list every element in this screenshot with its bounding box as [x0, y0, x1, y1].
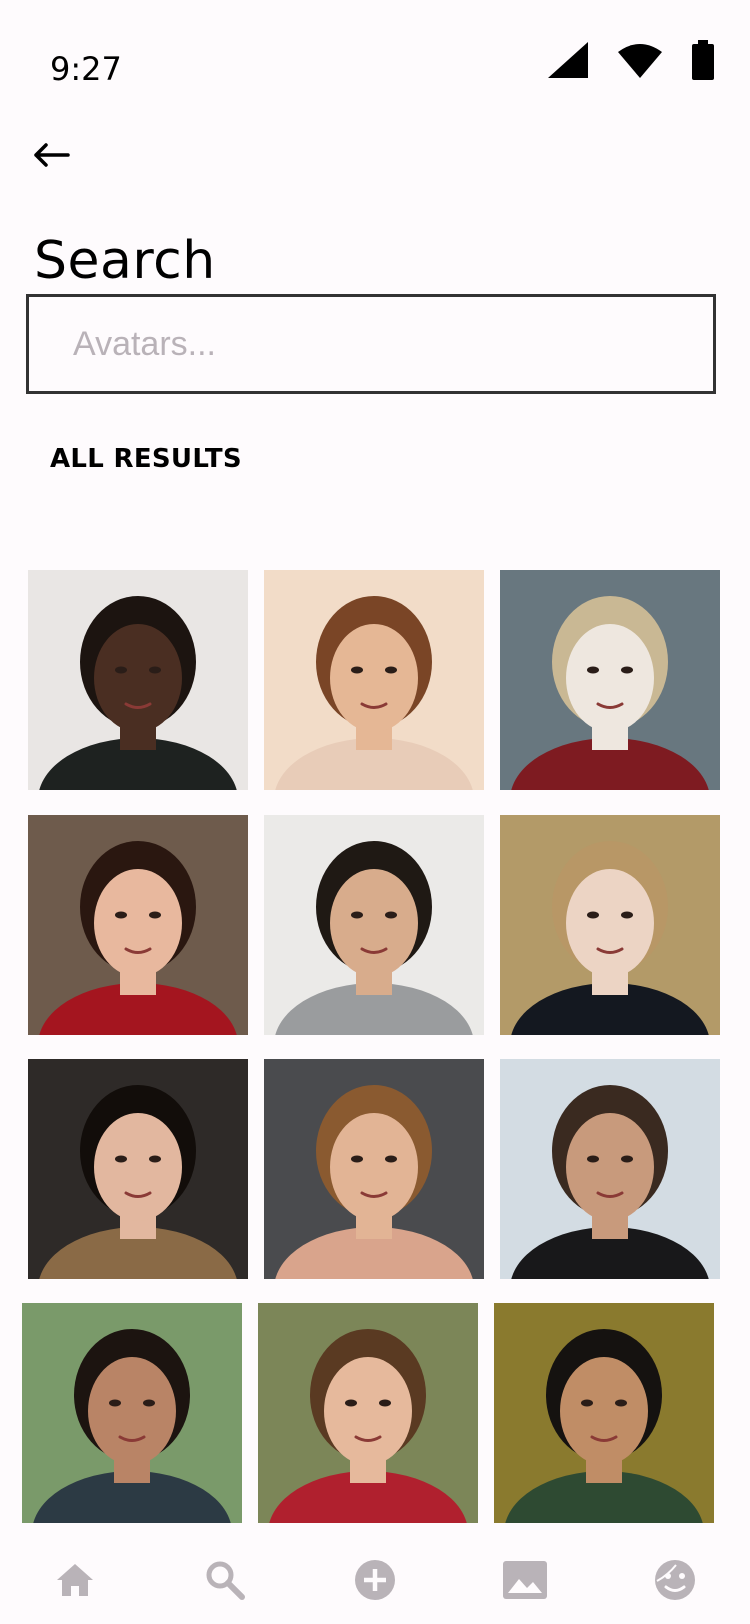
nav-home[interactable] [45, 1552, 105, 1612]
avatar-tile[interactable] [500, 1059, 720, 1279]
avatar-photo [500, 1059, 720, 1279]
battery-icon [692, 40, 714, 85]
page-title: Search [34, 230, 216, 291]
avatar-tile[interactable] [494, 1303, 714, 1523]
add-circle-icon [354, 1559, 396, 1606]
avatar-photo [28, 815, 248, 1035]
avatar-tile[interactable] [264, 570, 484, 790]
nav-search[interactable] [195, 1552, 255, 1612]
avatar-tile[interactable] [28, 815, 248, 1035]
nav-add[interactable] [345, 1552, 405, 1612]
avatar-photo [22, 1303, 242, 1523]
bottom-nav [0, 1540, 750, 1624]
avatar-photo [264, 815, 484, 1035]
avatar-photo [494, 1303, 714, 1523]
status-bar: 9:27 [0, 0, 750, 120]
home-icon [55, 1562, 95, 1603]
avatar-photo [264, 570, 484, 790]
avatar-tile[interactable] [264, 1059, 484, 1279]
avatar-tile[interactable] [258, 1303, 478, 1523]
avatar-photo [500, 815, 720, 1035]
status-time: 9:27 [50, 50, 122, 88]
avatar-tile[interactable] [28, 1059, 248, 1279]
image-icon [503, 1560, 547, 1604]
avatar-photo [264, 1059, 484, 1279]
signal-icon [548, 42, 588, 83]
avatar-photo [28, 1059, 248, 1279]
avatar-tile[interactable] [28, 570, 248, 790]
search-icon [205, 1560, 245, 1605]
search-input[interactable] [29, 297, 713, 391]
avatar-photo [28, 570, 248, 790]
avatar-tile[interactable] [22, 1303, 242, 1523]
arrow-left-icon [34, 142, 70, 172]
avatar-tile[interactable] [500, 570, 720, 790]
avatar-tile[interactable] [500, 815, 720, 1035]
avatar-photo [500, 570, 720, 790]
status-icons [548, 40, 714, 85]
avatar-tile[interactable] [264, 815, 484, 1035]
nav-gallery[interactable] [495, 1552, 555, 1612]
back-button[interactable] [30, 135, 74, 179]
search-field[interactable] [26, 294, 716, 394]
wifi-icon [618, 42, 662, 83]
all-results-label: ALL RESULTS [50, 444, 242, 474]
avatar-photo [258, 1303, 478, 1523]
nav-profile[interactable] [645, 1552, 705, 1612]
face-icon [654, 1559, 696, 1606]
